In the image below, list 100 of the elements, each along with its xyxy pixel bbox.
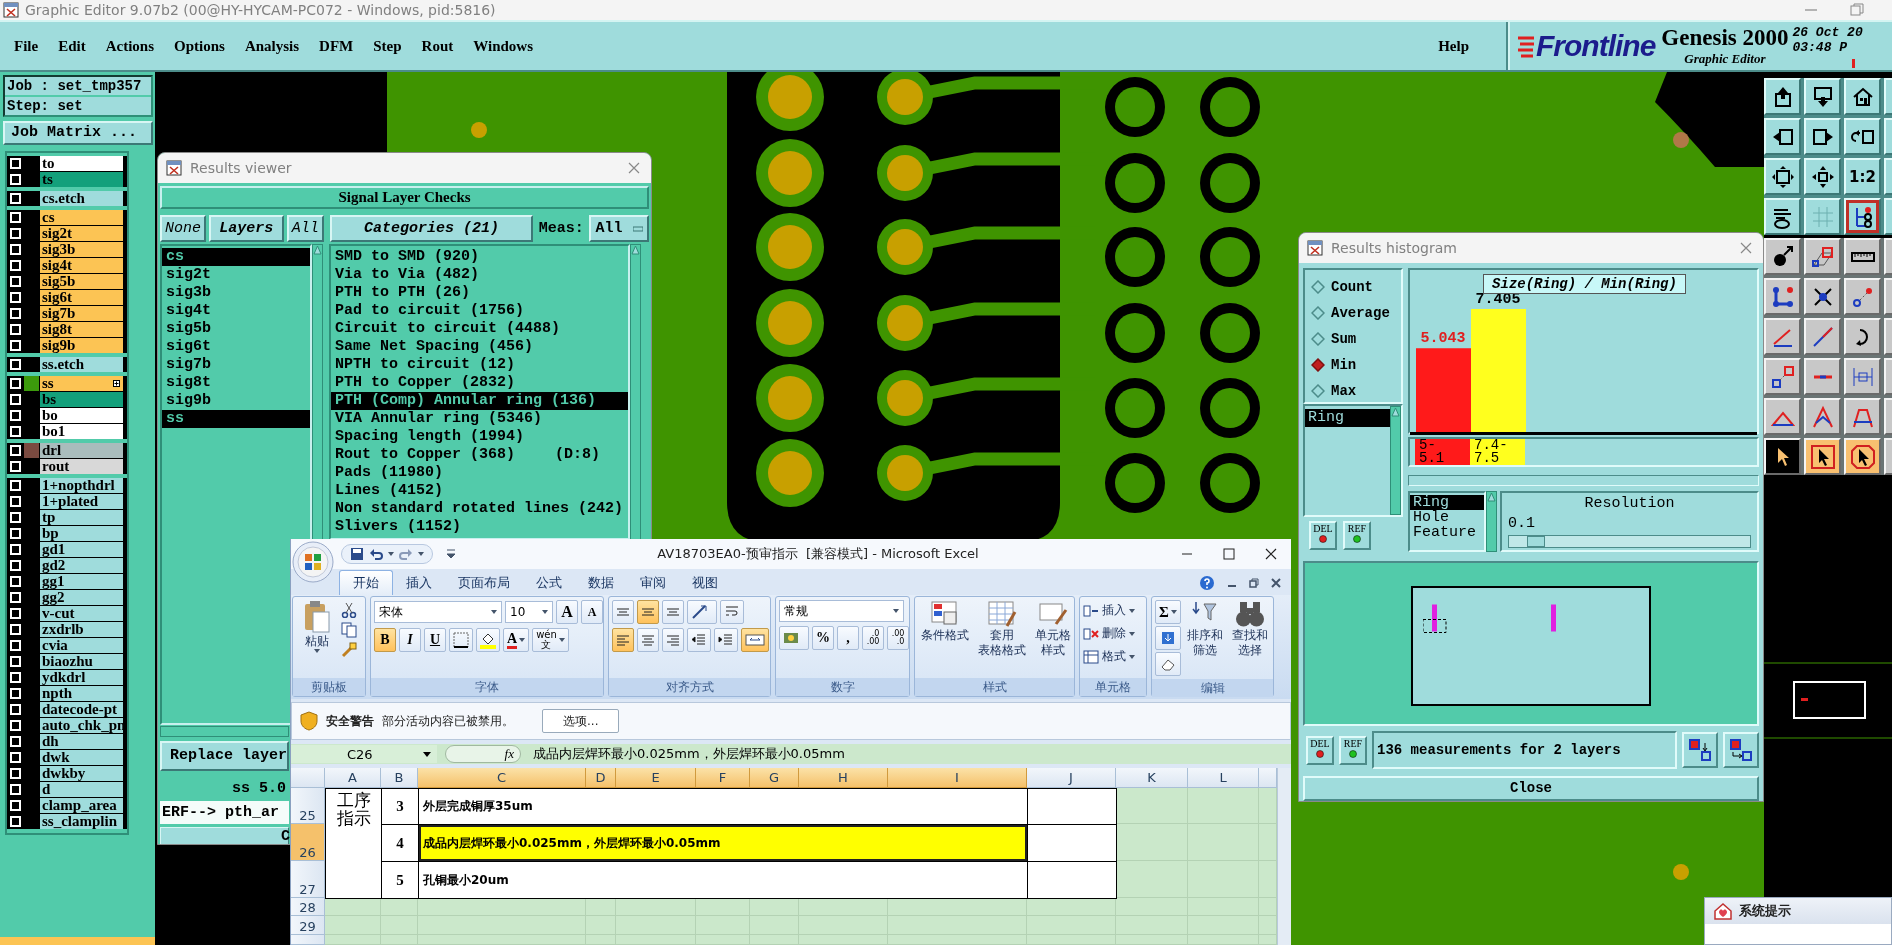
reference-button[interactable]: REF [1343, 521, 1371, 550]
menu-item[interactable]: Help [1437, 35, 1470, 57]
radio-button[interactable]: Sum [1305, 326, 1401, 352]
menu-item[interactable]: Edit [57, 35, 87, 57]
number-format-field[interactable]: 常规 [779, 600, 904, 622]
category-item[interactable]: Same Net Spacing (456) [331, 338, 628, 356]
layer-name[interactable]: cvia [40, 638, 123, 653]
column-header[interactable]: I [888, 768, 1027, 788]
layer-name[interactable]: ss_clamplin [40, 814, 123, 829]
radio-button[interactable]: Average [1305, 300, 1401, 326]
layer-name[interactable]: sig6t [40, 290, 123, 305]
cells-menu-button[interactable]: 删除 [1083, 623, 1135, 644]
zoom-ratio-button[interactable]: 1:2 [1844, 158, 1881, 195]
ribbon-tab[interactable]: 开始 [339, 570, 393, 595]
layer-name[interactable]: sig5b [40, 274, 123, 289]
list-item[interactable]: sig2t [162, 266, 310, 284]
category-item[interactable]: Pads (11980) [331, 464, 628, 482]
list-item[interactable]: Ring [1410, 495, 1484, 510]
decimal-button[interactable]: .0 .00 [862, 626, 884, 650]
decimal-button[interactable]: .00 .0 [887, 626, 909, 650]
layer-name[interactable]: sig3b [40, 242, 123, 257]
conditional-format-button[interactable]: 条件格式 [918, 600, 972, 675]
layer-name[interactable]: bo1 [40, 424, 123, 439]
layer-name[interactable]: bo [40, 408, 123, 423]
layer-name[interactable]: 1+nopthdrl [40, 478, 123, 493]
layer-name[interactable]: datecode-pt [40, 702, 123, 717]
category-item[interactable]: Rout to Copper (368) (D:8) [331, 446, 628, 464]
category-item[interactable]: SMD to SMD (920) [331, 248, 628, 266]
close-button[interactable]: C [160, 827, 289, 844]
shrink-font-button[interactable]: A [581, 600, 603, 624]
close-button[interactable]: Close [1303, 776, 1759, 801]
menu-item[interactable]: Options [173, 35, 226, 57]
job-matrix-button[interactable]: Job Matrix ... [3, 121, 153, 145]
layer-name[interactable]: sig2t [40, 226, 123, 241]
radio-button[interactable]: Min [1305, 352, 1401, 378]
menu-item[interactable]: Rout [420, 35, 455, 57]
ribbon-tab[interactable]: 公式 [523, 571, 575, 595]
layer-name[interactable]: clamp_area [40, 798, 123, 813]
layer-name[interactable]: ss [40, 376, 123, 391]
find-select-button[interactable]: 查找和 选择 [1228, 600, 1271, 676]
font-color-button[interactable]: A [503, 628, 530, 652]
format-button[interactable]: U [424, 628, 446, 652]
ribbon-tab[interactable]: 页面布局 [445, 571, 523, 595]
name-box[interactable]: C26 [291, 745, 437, 763]
layer-name[interactable]: zxdrlb [40, 622, 123, 637]
category-item[interactable]: Slivers (1152) [331, 518, 628, 536]
grow-font-button[interactable]: A [556, 600, 578, 624]
layer-name[interactable]: gd2 [40, 558, 123, 573]
category-item[interactable]: NPTH to circuit (12) [331, 356, 628, 374]
ribbon-tab[interactable]: 视图 [679, 571, 731, 595]
function-button[interactable]: fx [445, 745, 521, 763]
layer-name[interactable]: ydkdrl [40, 670, 123, 685]
column-header[interactable]: B [381, 768, 418, 788]
category-item[interactable]: PTH (Comp) Annular ring (136) [331, 392, 628, 410]
menu-item[interactable]: File [13, 35, 40, 57]
column-header[interactable]: D [586, 768, 616, 788]
percent-button[interactable]: % [812, 626, 834, 650]
column-header[interactable]: C [418, 768, 586, 788]
delete-button[interactable]: DEL [1309, 521, 1337, 550]
phonetic-button[interactable]: wén 文 [532, 628, 569, 652]
sort-filter-button[interactable]: 排序和 筛选 [1183, 600, 1226, 676]
layer-name[interactable]: v-cut [40, 606, 123, 621]
layer-name[interactable]: 1+plated [40, 494, 123, 509]
list-item[interactable]: sig6t [162, 338, 310, 356]
menu-item[interactable]: DFM [318, 35, 355, 57]
formula-field[interactable]: 成品内层焊环最小0.025mm，外层焊环最小0.05mm [533, 745, 845, 763]
list-item[interactable]: sig7b [162, 356, 310, 374]
ribbon-tab[interactable]: 插入 [393, 571, 445, 595]
comma-button[interactable]: , [837, 626, 859, 650]
layer-name[interactable]: dwk [40, 750, 123, 765]
table-cell[interactable]: 孔铜最小20um [418, 861, 1028, 899]
reference-button[interactable]: REF [1339, 735, 1367, 765]
layer-name[interactable]: bp [40, 526, 123, 541]
layer-name[interactable]: gg2 [40, 590, 123, 605]
column-header[interactable]: F [696, 768, 750, 788]
layer-name[interactable]: cs [40, 210, 123, 225]
table-format-button[interactable]: 套用 表格格式 [975, 600, 1029, 675]
cells-menu-button[interactable]: 插入 [1083, 600, 1135, 621]
font-size-field[interactable]: 10 [505, 601, 553, 623]
layer-name[interactable]: dwkby [40, 766, 123, 781]
layer-name[interactable]: d [40, 782, 123, 797]
column-header[interactable]: E [616, 768, 696, 788]
options-button[interactable]: 选项... [542, 709, 620, 733]
ribbon-tab[interactable]: 审阅 [627, 571, 679, 595]
category-item[interactable]: PTH to Copper (2832) [331, 374, 628, 392]
table-cell[interactable]: 成品内层焊环最小0.025mm，外层焊环最小0.05mm [418, 824, 1028, 862]
layer-name[interactable]: dh [40, 734, 123, 749]
table-cell[interactable]: 外层完成铜厚35um [418, 788, 1028, 825]
list-item[interactable]: sig3b [162, 284, 310, 302]
category-item[interactable]: Pad to circuit (1756) [331, 302, 628, 320]
category-item[interactable]: Lines (4152) [331, 482, 628, 500]
ribbon-tab[interactable]: 数据 [575, 571, 627, 595]
column-header[interactable]: H [799, 768, 888, 788]
categories-button[interactable]: Categories (21) [329, 215, 534, 242]
radio-button[interactable]: Count [1305, 274, 1401, 300]
layer-name[interactable]: npth [40, 686, 123, 701]
layer-name[interactable]: bs [40, 392, 123, 407]
layer-name[interactable]: auto_chk_pn [40, 718, 123, 733]
replace-layer-button[interactable]: Replace layer [160, 741, 289, 771]
menu-item[interactable]: Actions [104, 35, 155, 57]
